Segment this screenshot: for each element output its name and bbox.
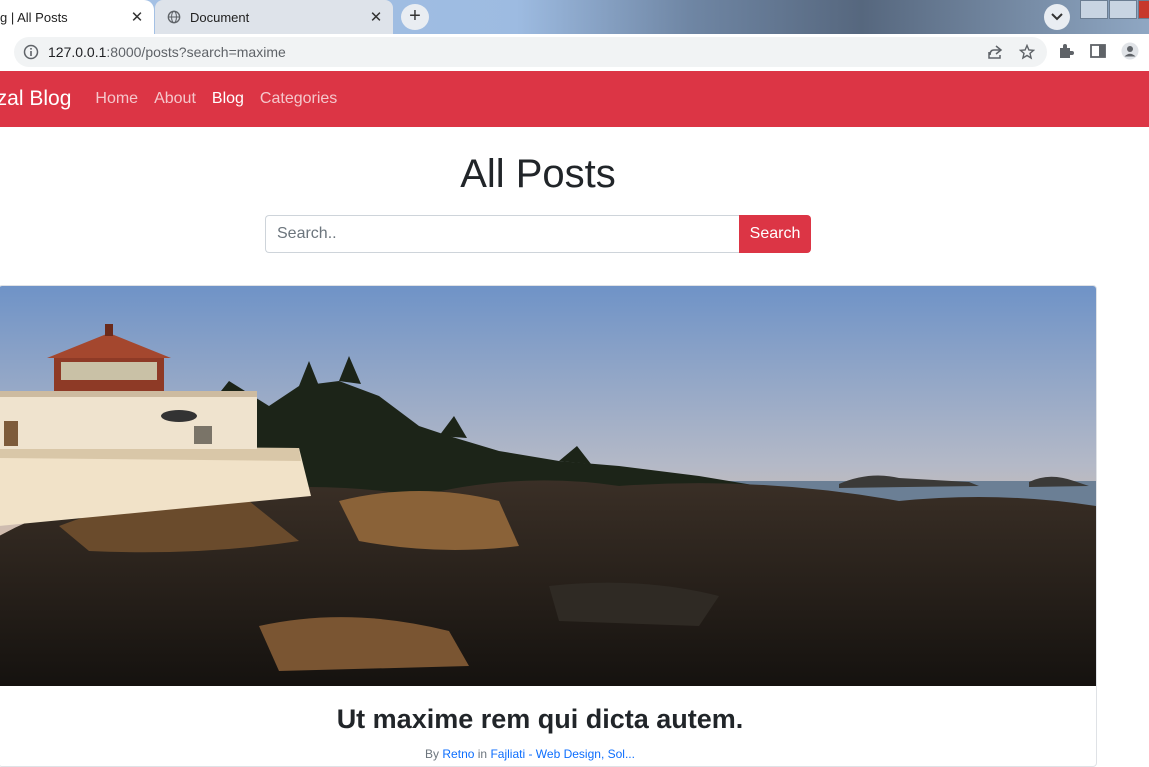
url-path: :8000/posts?search=maxime (106, 44, 286, 60)
close-window-button[interactable] (1138, 0, 1149, 19)
url-text: 127.0.0.1:8000/posts?search=maxime (48, 44, 286, 60)
globe-icon (167, 10, 181, 24)
info-icon[interactable] (23, 44, 39, 60)
post-meta: By Retno in Fajliati - Web Design, Sol..… (0, 747, 1060, 761)
page-title: All Posts (460, 152, 616, 196)
url-host: 127.0.0.1 (48, 44, 107, 60)
close-tab-icon[interactable]: ✕ (365, 8, 387, 26)
post-image[interactable] (0, 286, 1096, 686)
new-tab-button[interactable]: + (401, 4, 429, 30)
tab-title: g | All Posts (0, 9, 68, 25)
minimize-button[interactable] (1080, 0, 1108, 19)
profile-icon[interactable] (1121, 42, 1139, 60)
nav-link-blog[interactable]: Blog (212, 90, 244, 108)
search-form: Search (265, 215, 811, 253)
nav-link-about[interactable]: About (154, 90, 196, 108)
address-bar: 127.0.0.1:8000/posts?search=maxime (0, 34, 1149, 71)
side-panel-icon[interactable] (1089, 42, 1107, 60)
site-brand[interactable]: izal Blog (0, 87, 71, 111)
star-icon[interactable] (1019, 44, 1035, 60)
tab-all-posts[interactable]: g | All Posts ✕ (0, 0, 154, 34)
nav-links: Home About Blog Categories (95, 90, 353, 108)
site-navbar: izal Blog Home About Blog Categories (0, 71, 1149, 127)
search-button[interactable]: Search (739, 215, 811, 253)
meta-in-label: in (477, 747, 488, 761)
tab-document[interactable]: Document ✕ (155, 0, 393, 34)
close-tab-icon[interactable]: ✕ (126, 8, 148, 26)
chevron-down-icon (1051, 13, 1063, 21)
post-author-link[interactable]: Retno (442, 747, 474, 761)
tab-search-button[interactable] (1044, 4, 1070, 30)
url-field[interactable]: 127.0.0.1:8000/posts?search=maxime (14, 37, 1047, 67)
extensions-icon[interactable] (1057, 42, 1075, 60)
restore-button[interactable] (1109, 0, 1137, 19)
post-category-link[interactable]: Fajliati - Web Design, Sol... (490, 747, 635, 761)
toolbar-icons (1057, 42, 1139, 60)
window-controls (1080, 0, 1149, 19)
share-icon[interactable] (987, 44, 1003, 60)
post-card[interactable] (0, 285, 1097, 767)
search-input[interactable] (265, 215, 739, 253)
nav-link-home[interactable]: Home (95, 90, 138, 108)
nav-link-categories[interactable]: Categories (260, 90, 337, 108)
tab-title: Document (190, 9, 250, 25)
tab-strip: g | All Posts ✕ Document ✕ + (0, 0, 1149, 34)
post-title[interactable]: Ut maxime rem qui dicta autem. (0, 704, 1080, 735)
meta-by-label: By (425, 747, 440, 761)
